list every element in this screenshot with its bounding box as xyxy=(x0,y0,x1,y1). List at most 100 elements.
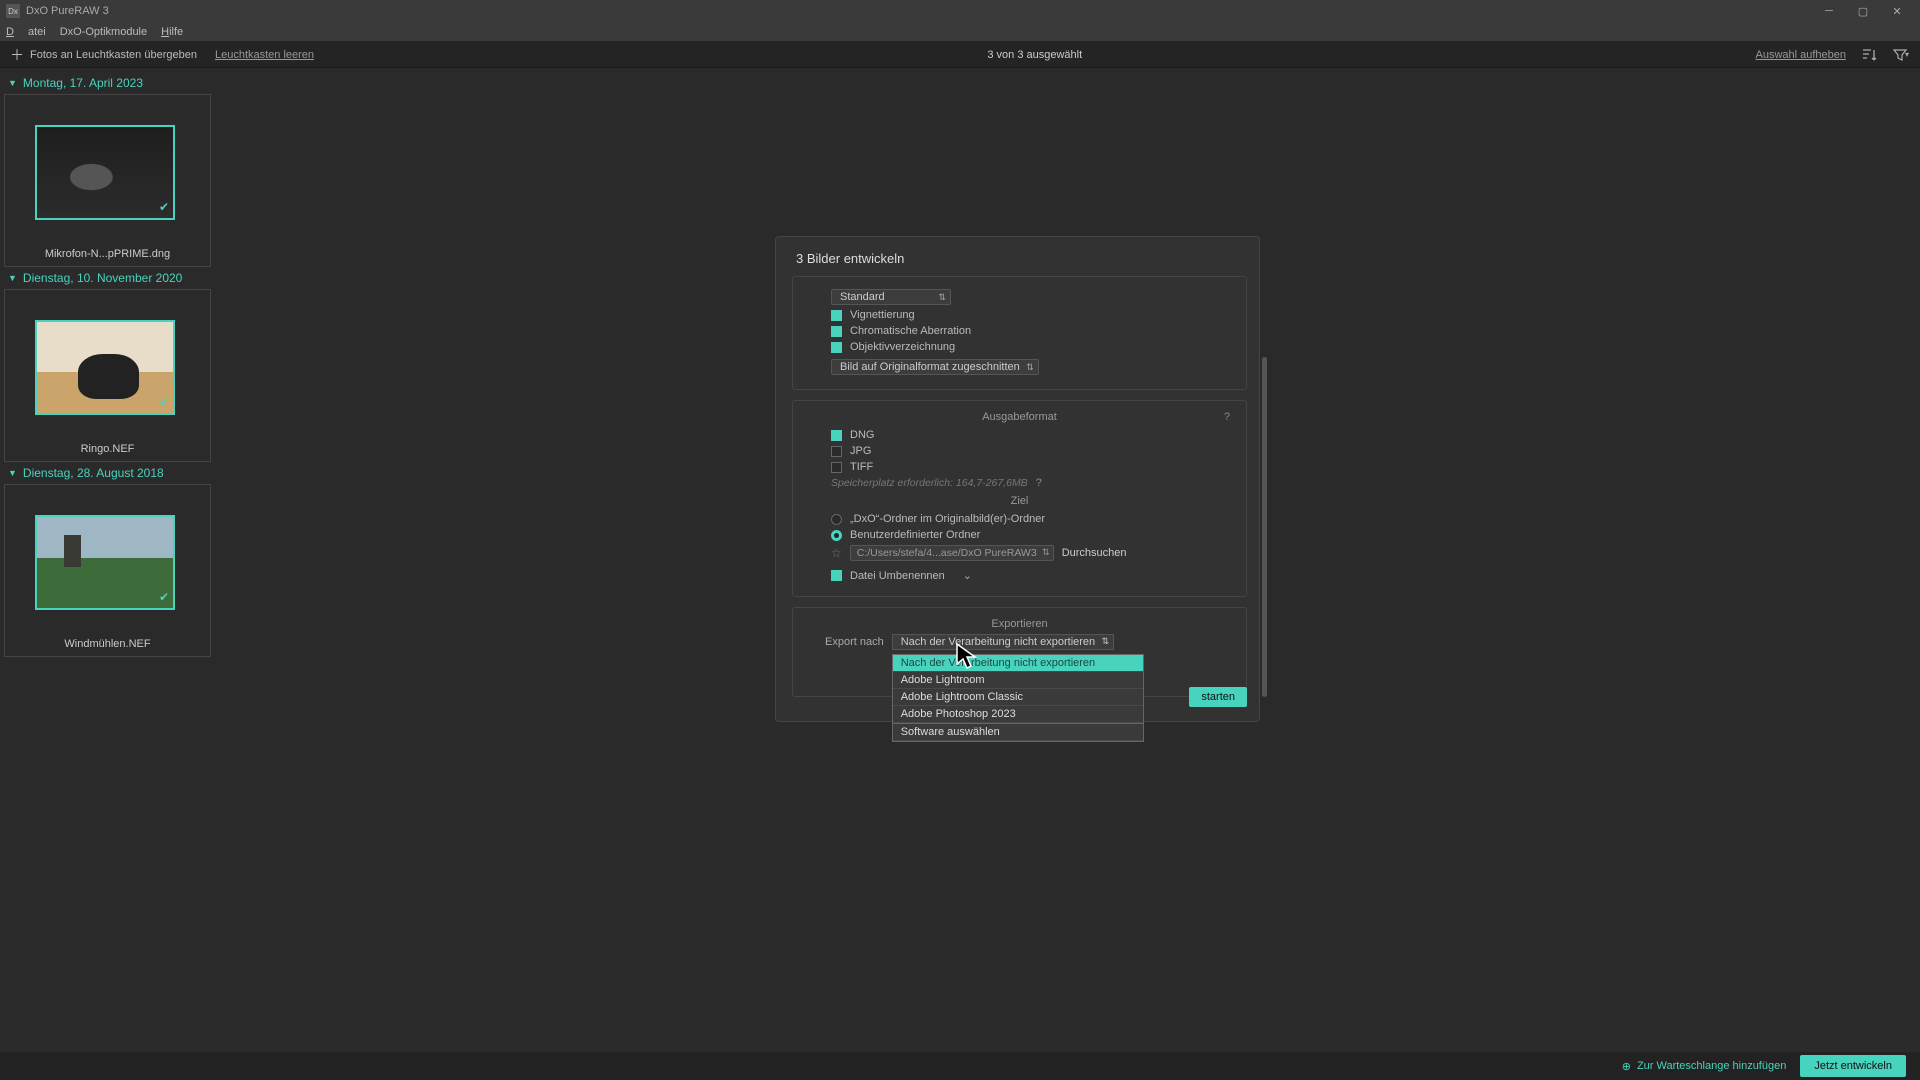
export-target-select[interactable]: Nach der Verarbeitung nicht exportieren … xyxy=(892,634,1114,650)
start-button[interactable]: starten xyxy=(1189,687,1247,707)
custom-folder-label: Benutzerdefinierter Ordner xyxy=(850,529,980,541)
menu-bar: DDateiatei DxO-Optikmodule HilfeHilfe xyxy=(0,22,1920,42)
chevron-down-icon[interactable]: ⌄ xyxy=(963,569,972,582)
add-to-queue-button[interactable]: ⊕ Zur Warteschlange hinzufügen xyxy=(1622,1060,1787,1073)
output-section-title: Ausgabeformat ? xyxy=(805,411,1234,423)
correction-preset-select[interactable]: Standard ⇅ xyxy=(831,289,951,305)
deselect-button[interactable]: Auswahl aufheben xyxy=(1755,49,1846,61)
export-section-title: Exportieren xyxy=(805,618,1234,630)
dng-label: DNG xyxy=(850,429,874,441)
date-group-header[interactable]: ▼ Dienstag, 28. August 2018 xyxy=(0,462,215,484)
chroma-label: Chromatische Aberration xyxy=(850,325,971,337)
thumbnail-filename: Mikrofon-N...pPRIME.dng xyxy=(35,248,180,260)
menu-help[interactable]: HilfeHilfe xyxy=(161,26,183,38)
selected-check-icon: ✔ xyxy=(159,395,169,409)
export-option[interactable]: Nach der Verarbeitung nicht exportieren xyxy=(893,655,1143,672)
tiff-checkbox[interactable] xyxy=(831,462,842,473)
export-option[interactable]: Adobe Photoshop 2023 xyxy=(893,706,1143,723)
dxo-folder-radio[interactable] xyxy=(831,514,842,525)
sort-icon[interactable] xyxy=(1860,46,1878,64)
thumbnail-image xyxy=(37,517,173,608)
export-dropdown: Nach der Verarbeitung nicht exportieren … xyxy=(892,654,1144,742)
output-panel: Ausgabeformat ? DNG JPG TIFF Speicherpla… xyxy=(792,400,1247,597)
caret-icon: ⇅ xyxy=(1102,636,1110,647)
thumbnail-image xyxy=(37,322,173,413)
plus-icon: ＋ xyxy=(10,45,24,65)
close-button[interactable]: ✕ xyxy=(1880,0,1914,22)
crop-select[interactable]: Bild auf Originalformat zugeschnitten ⇅ xyxy=(831,359,1039,375)
destination-path[interactable]: C:/Users/stefa/4...ase/DxO PureRAW3 ⇅ xyxy=(850,545,1054,561)
thumbnail-filename: Ringo.NEF xyxy=(35,443,180,455)
date-group-header[interactable]: ▼ Montag, 17. April 2023 xyxy=(0,72,215,94)
filter-icon[interactable]: ▾ xyxy=(1892,46,1910,64)
vignetting-checkbox[interactable] xyxy=(831,310,842,321)
destination-section-title: Ziel xyxy=(805,495,1234,507)
clear-lightbox-button[interactable]: Leuchtkasten leeren xyxy=(215,49,314,61)
correction-preset-value: Standard xyxy=(840,291,885,303)
develop-now-button[interactable]: Jetzt entwickeln xyxy=(1800,1055,1906,1077)
toolbar: ＋ Fotos an Leuchtkasten übergeben Leucht… xyxy=(0,42,1920,68)
help-icon[interactable]: ? xyxy=(1036,477,1042,489)
rename-label: Datei Umbenennen xyxy=(850,570,945,582)
destination-path-value: C:/Users/stefa/4...ase/DxO PureRAW3 xyxy=(857,547,1037,559)
selection-status: 3 von 3 ausgewählt xyxy=(314,49,1755,61)
collapse-icon: ▼ xyxy=(8,273,17,283)
export-target-value: Nach der Verarbeitung nicht exportieren xyxy=(901,636,1095,648)
app-icon: Dx xyxy=(6,4,20,18)
menu-file[interactable]: DDateiatei xyxy=(6,26,46,38)
title-bar: Dx DxO PureRAW 3 ─ ▢ ✕ xyxy=(0,0,1920,22)
crop-select-value: Bild auf Originalformat zugeschnitten xyxy=(840,361,1020,373)
caret-icon: ⇅ xyxy=(1042,547,1050,558)
sidebar: ▼ Montag, 17. April 2023 ✔ Mikrofon-N...… xyxy=(0,68,215,1052)
vignetting-label: Vignettierung xyxy=(850,309,915,321)
favorite-icon[interactable]: ☆ xyxy=(831,546,842,560)
develop-dialog: 3 Bilder entwickeln Standard ⇅ Vignettie… xyxy=(775,236,1260,722)
menu-modules[interactable]: DxO-Optikmodule xyxy=(60,26,147,38)
thumbnail[interactable]: ✔ xyxy=(35,320,175,415)
date-group-header[interactable]: ▼ Dienstag, 10. November 2020 xyxy=(0,267,215,289)
jpg-checkbox[interactable] xyxy=(831,446,842,457)
date-label: Dienstag, 28. August 2018 xyxy=(23,466,164,480)
thumbnail-image xyxy=(37,127,173,218)
export-option[interactable]: Adobe Lightroom Classic xyxy=(893,689,1143,706)
selected-check-icon: ✔ xyxy=(159,590,169,604)
custom-folder-radio[interactable] xyxy=(831,530,842,541)
corrections-panel: Standard ⇅ Vignettierung Chromatische Ab… xyxy=(792,276,1247,390)
export-to-label: Export nach xyxy=(825,636,884,648)
date-label: Montag, 17. April 2023 xyxy=(23,76,143,90)
export-option[interactable]: Adobe Lightroom xyxy=(893,672,1143,689)
export-option[interactable]: Software auswählen xyxy=(893,723,1143,741)
browse-button[interactable]: Durchsuchen xyxy=(1062,547,1127,559)
add-to-queue-label: Zur Warteschlange hinzufügen xyxy=(1637,1060,1786,1072)
chroma-checkbox[interactable] xyxy=(831,326,842,337)
minimize-button[interactable]: ─ xyxy=(1812,0,1846,22)
plus-circle-icon: ⊕ xyxy=(1622,1060,1631,1073)
distortion-label: Objektivverzeichnung xyxy=(850,341,955,353)
dxo-folder-label: „DxO“-Ordner im Originalbild(er)-Ordner xyxy=(850,513,1045,525)
add-photos-button[interactable]: ＋ Fotos an Leuchtkasten übergeben xyxy=(10,45,197,65)
dialog-scrollbar[interactable] xyxy=(1262,357,1267,697)
add-photos-label: Fotos an Leuchtkasten übergeben xyxy=(30,49,197,61)
content-area: 3 Bilder entwickeln Standard ⇅ Vignettie… xyxy=(215,68,1920,1052)
footer-bar: ⊕ Zur Warteschlange hinzufügen Jetzt ent… xyxy=(0,1052,1920,1080)
dialog-title: 3 Bilder entwickeln xyxy=(792,251,1247,266)
collapse-icon: ▼ xyxy=(8,78,17,88)
storage-required: Speicherplatz erforderlich: 164,7-267,6M… xyxy=(831,477,1028,489)
caret-icon: ⇅ xyxy=(1026,362,1034,373)
thumbnail[interactable]: ✔ xyxy=(35,125,175,220)
tiff-label: TIFF xyxy=(850,461,873,473)
maximize-button[interactable]: ▢ xyxy=(1846,0,1880,22)
caret-icon: ⇅ xyxy=(938,292,946,303)
app-title: DxO PureRAW 3 xyxy=(26,5,109,17)
export-panel: Exportieren Export nach Nach der Verarbe… xyxy=(792,607,1247,697)
help-icon[interactable]: ? xyxy=(1224,411,1230,423)
date-label: Dienstag, 10. November 2020 xyxy=(23,271,182,285)
thumbnail[interactable]: ✔ xyxy=(35,515,175,610)
rename-checkbox[interactable] xyxy=(831,570,842,581)
distortion-checkbox[interactable] xyxy=(831,342,842,353)
selected-check-icon: ✔ xyxy=(159,200,169,214)
jpg-label: JPG xyxy=(850,445,871,457)
dng-checkbox[interactable] xyxy=(831,430,842,441)
thumbnail-filename: Windmühlen.NEF xyxy=(35,638,180,650)
collapse-icon: ▼ xyxy=(8,468,17,478)
